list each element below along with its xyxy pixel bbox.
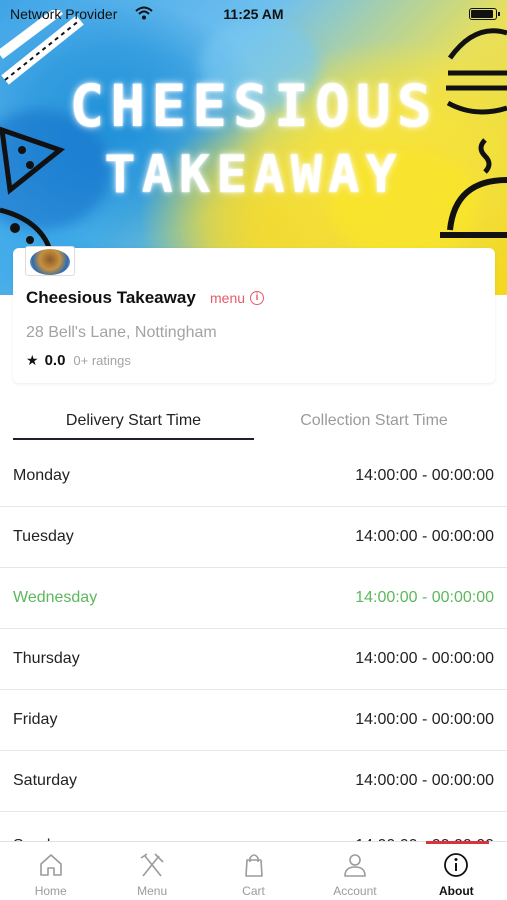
shop-name: Cheesious Takeaway xyxy=(26,288,196,307)
info-icon xyxy=(444,853,469,877)
hours-label: 14:00:00 - 00:00:00 xyxy=(355,711,494,728)
opening-hours-list: Monday 14:00:00 - 00:00:00 Tuesday 14:00… xyxy=(0,446,507,852)
tab-collection-start-time[interactable]: Collection Start Time xyxy=(254,412,494,430)
status-bar: Network Provider 11:25 AM xyxy=(0,0,507,28)
day-label: Thursday xyxy=(13,650,80,667)
shop-address: 28 Bell's Lane, Nottingham xyxy=(26,324,217,341)
schedule-row-saturday: Saturday 14:00:00 - 00:00:00 xyxy=(0,751,507,812)
tab-delivery-start-time[interactable]: Delivery Start Time xyxy=(13,412,254,430)
shopping-bag-icon xyxy=(244,854,263,877)
nav-account-label: Account xyxy=(333,884,377,898)
schedule-row-tuesday: Tuesday 14:00:00 - 00:00:00 xyxy=(0,507,507,568)
star-icon: ★ xyxy=(26,352,39,368)
menu-info-link[interactable]: menu i xyxy=(210,290,265,306)
schedule-tabs: Delivery Start Time Collection Start Tim… xyxy=(0,400,507,442)
hours-label: 14:00:00 - 00:00:00 xyxy=(355,467,494,484)
day-label: Friday xyxy=(13,711,58,728)
red-indicator-line xyxy=(426,841,489,844)
nav-account[interactable]: Account xyxy=(304,842,405,900)
info-icon: i xyxy=(250,291,265,305)
nav-menu-label: Menu xyxy=(137,884,168,898)
day-label: Monday xyxy=(13,467,70,484)
shop-info-card: Cheesious Takeaway menu i 28 Bell's Lane… xyxy=(13,246,495,383)
day-label: Tuesday xyxy=(13,528,74,545)
shop-rating: ★ 0.0 0+ ratings xyxy=(26,352,131,369)
day-label: Wednesday xyxy=(13,589,98,606)
hours-label: 14:00:00 - 00:00:00 xyxy=(355,528,494,545)
nav-home-label: Home xyxy=(34,884,67,898)
nav-menu[interactable]: Menu xyxy=(101,842,202,900)
hours-label: 14:00:00 - 00:00:00 xyxy=(355,650,494,667)
nav-about-label: About xyxy=(439,884,474,898)
bottom-navigation: Home Menu Cart Account About xyxy=(0,841,507,900)
hours-label: 14:00:00 - 00:00:00 xyxy=(355,772,494,789)
clock-label: 11:25 AM xyxy=(223,6,284,22)
nav-home[interactable]: Home xyxy=(0,842,101,900)
home-icon xyxy=(39,854,62,876)
schedule-row-wednesday: Wednesday 14:00:00 - 00:00:00 xyxy=(0,568,507,629)
menu-link-label: menu xyxy=(210,290,246,306)
rating-count: 0+ ratings xyxy=(73,353,131,368)
nav-cart[interactable]: Cart xyxy=(203,842,304,900)
schedule-row-friday: Friday 14:00:00 - 00:00:00 xyxy=(0,690,507,751)
user-icon xyxy=(344,854,366,877)
banner-title-line1: CHEESIOUS xyxy=(69,72,438,140)
nav-cart-label: Cart xyxy=(242,884,265,898)
hours-label: 14:00:00 - 00:00:00 xyxy=(355,589,494,606)
nav-about[interactable]: About xyxy=(406,842,507,900)
schedule-row-monday: Monday 14:00:00 - 00:00:00 xyxy=(0,446,507,507)
shop-logo xyxy=(25,246,75,276)
banner-title-line2: TAKEAWAY xyxy=(104,145,403,205)
battery-icon xyxy=(469,8,500,20)
active-tab-indicator xyxy=(13,438,254,440)
schedule-row-thursday: Thursday 14:00:00 - 00:00:00 xyxy=(0,629,507,690)
day-label: Saturday xyxy=(13,772,78,789)
rating-score: 0.0 xyxy=(44,352,66,369)
fork-knife-icon xyxy=(140,853,164,877)
